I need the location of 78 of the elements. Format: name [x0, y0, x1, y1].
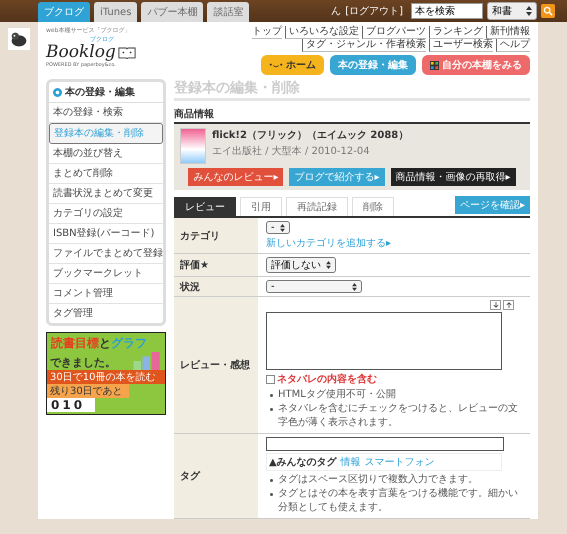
field-label: レビュー・感想 — [174, 297, 258, 433]
mascot-icon[interactable] — [8, 28, 30, 50]
search-button[interactable] — [541, 4, 555, 18]
dropdown[interactable]: 評価しない — [266, 257, 336, 273]
grid-icon — [430, 60, 439, 70]
sidebar-item[interactable]: タグ管理 — [49, 304, 163, 323]
tag-input-field[interactable] — [266, 437, 504, 451]
updown-arrow-icon — [352, 282, 357, 290]
sidebar-item[interactable]: ファイルでまとめて登録 — [49, 244, 163, 264]
sidebar-item[interactable]: 本棚の並び替え — [49, 144, 163, 164]
smiley-face-icon — [269, 62, 283, 68]
field-label: タグ — [174, 434, 258, 518]
search-field[interactable]: 本を検索 — [411, 3, 483, 19]
site-tab[interactable]: パブー本棚 — [141, 2, 204, 22]
form-tab[interactable]: レビュー — [174, 197, 236, 216]
nav-link[interactable]: ヘルプ — [496, 39, 530, 52]
sidebar-heading: 本の登録・編集 — [65, 86, 135, 99]
nav-link[interactable]: ランキング — [429, 26, 483, 39]
bullet-icon — [270, 479, 273, 482]
header-button[interactable]: ホーム — [261, 55, 324, 75]
sidebar-item[interactable]: まとめて削除 — [49, 164, 163, 184]
bullet-icon — [53, 88, 62, 96]
logo-wordmark[interactable]: Booklog — [46, 42, 116, 62]
dropdown[interactable]: - — [266, 280, 362, 293]
form-tab[interactable]: 削除 — [352, 197, 394, 216]
action-button[interactable]: みんなのレビュー▸ — [188, 168, 284, 186]
bar-graph-icon — [132, 352, 162, 370]
promo-banner[interactable]: 読書目標と グラフ できました。 30日で10冊の本を読む 残り30日であと 010 — [46, 332, 166, 415]
banner-title: グラフ — [111, 336, 147, 350]
bullet-icon — [270, 408, 273, 411]
sidebar-item[interactable]: 読書状況まとめて変更 — [49, 184, 163, 204]
nav-link[interactable]: ブログパーツ — [362, 26, 426, 39]
nav-link[interactable]: ユーザー検索 — [429, 39, 493, 52]
sidebar-item[interactable]: コメント管理 — [49, 284, 163, 304]
updown-arrow-icon — [526, 6, 532, 16]
site-tab[interactable]: iTunes — [94, 2, 138, 22]
form-tab[interactable]: 再読記録 — [286, 197, 348, 216]
spoiler-checkbox[interactable] — [266, 374, 275, 384]
sidebar-item[interactable]: カテゴリの設定 — [49, 204, 163, 224]
nav-link[interactable]: 新刊情報 — [486, 26, 530, 39]
review-textarea[interactable] — [266, 312, 502, 370]
nav-link[interactable]: いろいろな設定 — [285, 26, 359, 39]
move-up-button[interactable] — [503, 300, 514, 310]
action-button[interactable]: 商品情報・画像の再取得▸ — [390, 168, 516, 186]
banner-remaining: 残り30日であと — [47, 384, 129, 398]
banner-title: 読書目標 — [51, 336, 99, 350]
field-label: 状況 — [174, 277, 258, 296]
banner-counter: 010 — [47, 398, 95, 412]
move-down-button[interactable] — [490, 300, 501, 310]
book-title[interactable]: flick!2（フリック）（エイムック 2088） — [212, 128, 408, 142]
note-text: タグとはその本を表す言葉をつける機能です。細かい分類としても使えます。 — [278, 487, 519, 515]
banner-goal: 30日で10冊の本を読む — [47, 370, 165, 384]
banner-title: できました。 — [49, 355, 117, 370]
book-meta: エイ出版社 / 大型本 / 2010-12-04 — [212, 144, 371, 158]
banner-title: と — [99, 336, 111, 350]
book-face-icon — [118, 46, 136, 58]
logout-link[interactable]: [ログアウト] — [345, 4, 403, 18]
book-cover-placeholder — [180, 128, 206, 164]
updown-arrow-icon — [280, 224, 285, 232]
user-name: ん — [331, 5, 342, 18]
note-text: ネタバレを含むにチェックをつけると、レビューの文字色が薄く表示されます。 — [278, 402, 519, 430]
field-label: 評価★ — [174, 254, 258, 276]
bullet-icon — [270, 394, 273, 397]
nav-link[interactable]: トップ — [252, 26, 282, 39]
sidebar-item[interactable]: ブックマークレット — [49, 264, 163, 284]
bullet-icon — [270, 493, 273, 496]
scope-select[interactable]: 和書 — [487, 2, 537, 20]
note-text: HTMLタグ使用不可・公開 — [278, 388, 396, 402]
form-tab[interactable]: 引用 — [240, 197, 282, 216]
site-tab[interactable]: 談話室 — [207, 2, 250, 22]
note-text: タグはスペース区切りで複数入力できます。 — [278, 473, 478, 487]
updown-arrow-icon — [326, 261, 331, 269]
everyone-tags-label: ▲みんなのタグ — [269, 456, 337, 469]
spoiler-label: ネタバレの内容を含む — [277, 372, 377, 386]
field-label: カテゴリ — [174, 218, 258, 253]
nav-link[interactable]: タグ・ジャンル・作者検索 — [302, 39, 426, 52]
sidebar-item[interactable]: ISBN登録(バーコード) — [49, 224, 163, 244]
dropdown[interactable]: - — [266, 221, 290, 234]
